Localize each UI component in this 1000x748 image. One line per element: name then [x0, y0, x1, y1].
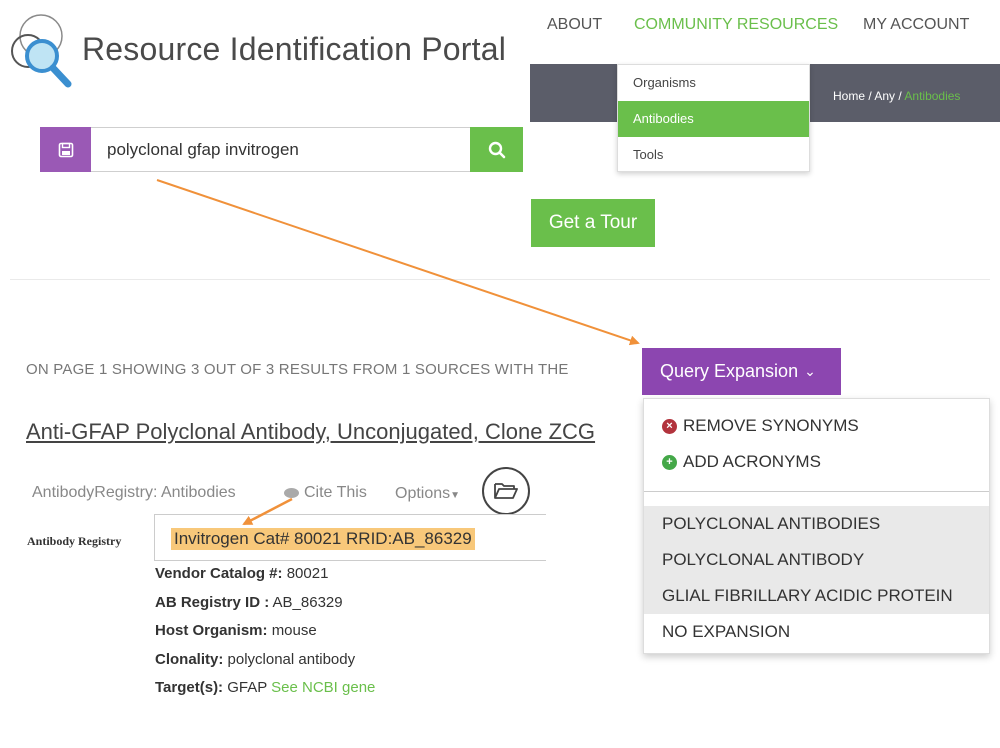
expansion-terms-list: POLYCLONAL ANTIBODIES POLYCLONAL ANTIBOD… — [644, 506, 989, 614]
field-value: AB_86329 — [272, 594, 343, 611]
query-expansion-menu: × REMOVE SYNONYMS + ADD ACRONYMS POLYCLO… — [643, 398, 990, 654]
field-label: Host Organism: — [155, 622, 268, 639]
options-dropdown[interactable]: Options▼ — [395, 485, 460, 503]
field-value: GFAP — [227, 679, 267, 696]
comment-icon — [284, 488, 299, 498]
search-icon — [488, 141, 505, 158]
section-divider — [10, 279, 990, 280]
options-label: Options — [395, 485, 451, 502]
field-value: polyclonal antibody — [227, 651, 356, 668]
add-circle-icon: + — [662, 454, 677, 470]
targets-field: Target(s): GFAP See NCBI gene — [155, 679, 375, 696]
add-acronyms-option[interactable]: + ADD ACRONYMS — [662, 452, 821, 472]
breadcrumb-any[interactable]: Any / — [874, 89, 901, 103]
cite-this-link[interactable]: Cite This — [284, 484, 367, 502]
get-a-tour-button[interactable]: Get a Tour — [531, 199, 655, 247]
site-title: Resource Identification Portal — [82, 31, 506, 67]
remove-circle-icon: × — [662, 418, 677, 434]
chevron-down-icon: ⌄ — [804, 363, 816, 379]
menu-item-organisms[interactable]: Organisms — [618, 65, 809, 101]
save-icon — [58, 142, 73, 157]
add-acronyms-label: ADD ACRONYMS — [683, 452, 821, 471]
rrid-citation: Invitrogen Cat# 80021 RRID:AB_86329 — [171, 528, 475, 550]
field-label: AB Registry ID : — [155, 594, 270, 611]
expansion-term[interactable]: POLYCLONAL ANTIBODIES — [644, 506, 989, 542]
field-value: mouse — [271, 622, 317, 639]
save-search-button[interactable] — [40, 127, 91, 172]
community-resources-menu: Organisms Antibodies Tools — [617, 64, 810, 172]
results-summary: ON PAGE 1 SHOWING 3 OUT OF 3 RESULTS FRO… — [26, 361, 569, 378]
no-expansion-option[interactable]: NO EXPANSION — [644, 614, 989, 650]
cite-this-label: Cite This — [304, 484, 367, 501]
menu-item-tools[interactable]: Tools — [618, 137, 809, 173]
result-source: AntibodyRegistry: Antibodies — [32, 484, 236, 501]
field-label: Vendor Catalog #: — [155, 565, 283, 582]
remove-synonyms-option[interactable]: × REMOVE SYNONYMS — [662, 416, 859, 436]
add-to-collection-button[interactable] — [482, 467, 530, 515]
result-title-link[interactable]: Anti-GFAP Polyclonal Antibody, Unconjuga… — [26, 419, 643, 445]
field-label: Clonality: — [155, 651, 224, 668]
menu-item-antibodies[interactable]: Antibodies — [618, 101, 809, 137]
field-label: Target(s): — [155, 679, 224, 696]
antibody-registry-label: Antibody Registry — [27, 534, 122, 548]
nav-my-account[interactable]: MY ACCOUNT — [863, 16, 969, 34]
clonality-field: Clonality: polyclonal antibody — [155, 651, 355, 668]
remove-synonyms-label: REMOVE SYNONYMS — [683, 416, 859, 435]
folder-open-icon — [494, 483, 518, 499]
query-expansion-label: Query Expansion — [660, 361, 799, 381]
search-button[interactable] — [470, 127, 523, 172]
ncbi-gene-link[interactable]: See NCBI gene — [271, 679, 375, 696]
ab-registry-id-field: AB Registry ID : AB_86329 — [155, 594, 343, 611]
nav-about[interactable]: ABOUT — [547, 16, 602, 34]
menu-divider — [644, 491, 989, 492]
search-input[interactable] — [91, 127, 471, 172]
breadcrumb-home[interactable]: Home / — [833, 89, 872, 103]
breadcrumb: Home / Any / Antibodies — [833, 89, 960, 103]
registry-citation-box: Invitrogen Cat# 80021 RRID:AB_86329 — [154, 514, 546, 561]
expansion-term[interactable]: POLYCLONAL ANTIBODY — [644, 542, 989, 578]
query-expansion-button[interactable]: Query Expansion ⌄ — [642, 348, 841, 395]
caret-down-icon: ▼ — [450, 490, 461, 501]
expansion-term[interactable]: GLIAL FIBRILLARY ACIDIC PROTEIN — [644, 578, 989, 614]
nav-community-resources[interactable]: COMMUNITY RESOURCES — [634, 16, 838, 34]
breadcrumb-antibodies: Antibodies — [904, 89, 961, 103]
vendor-catalog-field: Vendor Catalog #: 80021 — [155, 565, 328, 582]
host-organism-field: Host Organism: mouse — [155, 622, 317, 639]
magnifier-circles-icon — [11, 14, 72, 88]
field-value: 80021 — [286, 565, 329, 582]
